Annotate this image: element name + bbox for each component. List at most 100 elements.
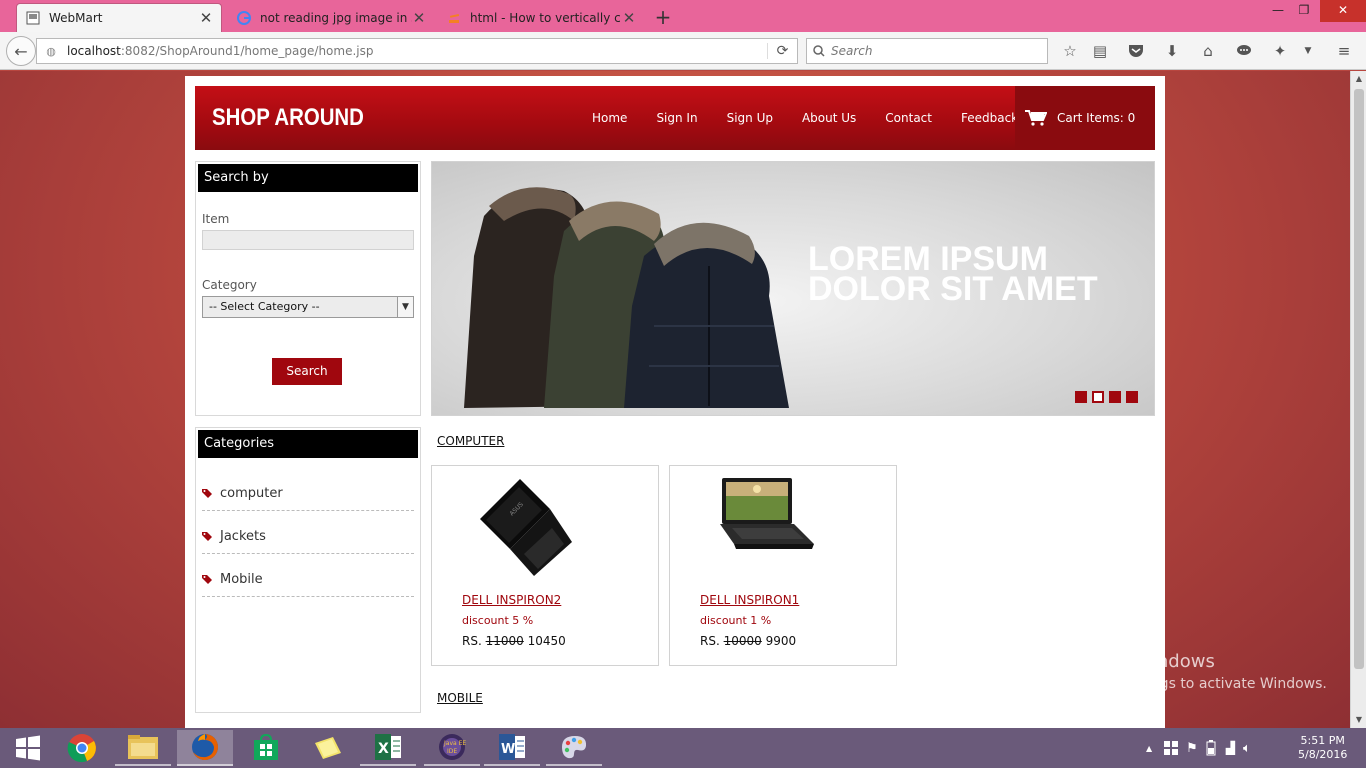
battery-icon[interactable] <box>1206 740 1216 756</box>
start-button[interactable] <box>0 730 56 766</box>
nav-about-us[interactable]: About Us <box>802 111 856 125</box>
svg-text:IDE: IDE <box>447 748 457 755</box>
item-input[interactable] <box>202 230 414 250</box>
new-tab-icon[interactable]: + <box>652 5 674 29</box>
taskbar-chrome[interactable] <box>54 730 110 766</box>
page-container: SHOP AROUND Home Sign In Sign Up About U… <box>185 76 1165 728</box>
close-icon[interactable]: ✕ <box>622 9 636 27</box>
restore-icon[interactable]: ❐ <box>1287 0 1321 22</box>
categories-panel: Categories computer Jackets Mobile <box>195 427 421 713</box>
nav-home[interactable]: Home <box>592 111 627 125</box>
chat-icon[interactable] <box>1234 41 1254 61</box>
cart-button[interactable]: Cart Items: 0 <box>1015 86 1155 150</box>
chrome-icon <box>67 734 96 763</box>
window-close-icon[interactable]: ✕ <box>1320 0 1366 22</box>
nav-sign-up[interactable]: Sign Up <box>727 111 773 125</box>
slide-dot-2[interactable] <box>1092 391 1104 403</box>
taskbar-sticky-notes[interactable] <box>300 730 356 766</box>
url-text[interactable]: localhost:8082/ShopAround1/home_page/hom… <box>61 44 767 58</box>
cart-label: Cart Items: 0 <box>1057 111 1136 125</box>
section-title-mobile[interactable]: MOBILE <box>437 691 483 705</box>
taskbar-paint[interactable] <box>546 730 602 766</box>
dropdown-icon[interactable]: ▼ <box>1298 41 1318 61</box>
address-bar[interactable]: ◍ localhost:8082/ShopAround1/home_page/h… <box>36 38 798 64</box>
action-center-icon[interactable]: ⚑ <box>1186 741 1198 756</box>
activate-windows-watermark: Activate Windows Go to PC settings to ac… <box>1055 651 1327 692</box>
tab-stackoverflow-2[interactable]: html - How to vertically c... ✕ <box>438 3 644 32</box>
taskbar-word[interactable]: W <box>484 730 540 766</box>
taskbar-store[interactable] <box>238 730 294 766</box>
close-icon[interactable]: ✕ <box>199 9 213 27</box>
java-ee-ide-icon: Java EE IDE <box>439 734 466 760</box>
windows-flag-icon[interactable] <box>1164 741 1179 755</box>
category-selected-value: -- Select Category -- <box>209 300 320 313</box>
sticky-notes-icon <box>315 737 341 759</box>
taskbar-java-ee-ide[interactable]: Java EE IDE <box>424 730 480 766</box>
category-list: computer Jackets Mobile <box>202 468 414 597</box>
page-viewport: SHOP AROUND Home Sign In Sign Up About U… <box>0 71 1350 728</box>
back-icon[interactable]: ← <box>6 36 36 66</box>
reload-icon[interactable]: ⟳ <box>767 43 797 59</box>
close-icon[interactable]: ✕ <box>412 9 426 27</box>
tab-webmart[interactable]: WebMart ✕ <box>16 3 222 32</box>
page-icon <box>25 10 41 26</box>
scroll-thumb[interactable] <box>1354 89 1364 669</box>
category-item-computer[interactable]: computer <box>202 468 414 511</box>
taskbar-excel[interactable]: X <box>360 730 416 766</box>
taskbar-firefox[interactable] <box>177 730 233 766</box>
nav-contact[interactable]: Contact <box>885 111 932 125</box>
tag-icon <box>202 532 212 541</box>
folder-icon <box>128 735 158 759</box>
search-button[interactable]: Search <box>272 358 342 385</box>
browser-nav-bar: ← ◍ localhost:8082/ShopAround1/home_page… <box>0 32 1366 70</box>
scroll-up-icon[interactable]: ▲ <box>1351 71 1366 87</box>
volume-icon[interactable]: 🔈︎ <box>1243 741 1251 756</box>
extension-icon[interactable]: ✦ <box>1270 41 1290 61</box>
scroll-down-icon[interactable]: ▼ <box>1351 712 1366 728</box>
google-icon <box>236 10 252 26</box>
taskbar-clock[interactable]: 5:51 PM 5/8/2016 <box>1298 734 1347 762</box>
hero-banner[interactable]: LOREM IPSUM DOLOR SIT AMET <box>431 161 1155 416</box>
search-input[interactable]: Search <box>806 38 1048 64</box>
tab-title: WebMart <box>49 11 103 25</box>
product-price: RS. 11000 10450 <box>462 634 566 648</box>
store-icon <box>254 734 278 760</box>
download-icon[interactable]: ⬇ <box>1162 41 1182 61</box>
windows-logo-icon <box>16 735 40 761</box>
show-hidden-icons-icon[interactable]: ▲ <box>1146 744 1152 753</box>
product-name[interactable]: DELL INSPIRON1 <box>700 593 799 607</box>
menu-icon[interactable]: ≡ <box>1334 41 1354 61</box>
pocket-icon[interactable] <box>1126 41 1146 61</box>
vertical-scrollbar[interactable]: ▲ ▼ <box>1350 71 1366 728</box>
laptop-image <box>720 478 814 549</box>
globe-icon[interactable]: ◍ <box>41 45 61 58</box>
network-icon[interactable]: ▟ <box>1226 741 1235 755</box>
category-label: Mobile <box>220 571 263 587</box>
new-price: 9900 <box>765 634 797 648</box>
firefox-icon <box>192 734 218 760</box>
nav-sign-in[interactable]: Sign In <box>656 111 697 125</box>
old-price: 11000 <box>485 634 524 648</box>
category-item-jackets[interactable]: Jackets <box>202 511 414 554</box>
tag-icon <box>202 575 212 584</box>
category-select[interactable]: -- Select Category -- ▼ <box>202 296 414 318</box>
product-card[interactable]: DELL INSPIRON1 discount 1 % RS. 10000 99… <box>669 465 897 666</box>
category-item-mobile[interactable]: Mobile <box>202 554 414 597</box>
slide-dot-4[interactable] <box>1126 391 1138 403</box>
product-discount: discount 1 % <box>700 614 772 627</box>
product-discount: discount 5 % <box>462 614 534 627</box>
bookmark-star-icon[interactable]: ☆ <box>1060 41 1080 61</box>
tab-stackoverflow-1[interactable]: not reading jpg image in s... ✕ <box>228 3 434 32</box>
slide-dot-3[interactable] <box>1109 391 1121 403</box>
product-card[interactable]: ASUS DELL INSPIRON2 discount 5 % RS. 110… <box>431 465 659 666</box>
section-title-computer[interactable]: COMPUTER <box>437 434 504 448</box>
paint-icon <box>562 736 587 759</box>
site-logo[interactable]: SHOP AROUND <box>212 104 364 132</box>
taskbar-file-explorer[interactable] <box>115 730 171 766</box>
product-name[interactable]: DELL INSPIRON2 <box>462 593 561 607</box>
nav-feedback[interactable]: Feedback <box>961 111 1018 125</box>
category-label: Jackets <box>220 528 266 544</box>
slide-dot-1[interactable] <box>1075 391 1087 403</box>
home-icon[interactable]: ⌂ <box>1198 41 1218 61</box>
reading-list-icon[interactable]: ▤ <box>1090 41 1110 61</box>
